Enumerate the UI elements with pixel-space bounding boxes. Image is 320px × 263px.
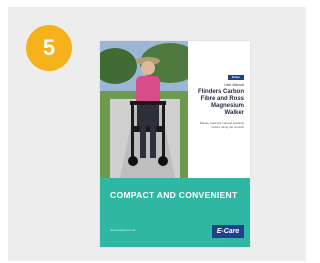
brochure-headline: COMPACT AND CONVENIENT xyxy=(110,190,238,200)
brochure-note: Please read this manual carefully before… xyxy=(199,121,244,129)
step-number: 5 xyxy=(42,35,56,60)
brochure-subtitle: User Manual xyxy=(224,83,244,87)
brochure-photo xyxy=(100,41,188,178)
product-step-card: 5 Ecare User Manual Flinders Carbon Fibr… xyxy=(8,7,306,261)
brochure-cover-image: Ecare User Manual Flinders Carbon Fibre … xyxy=(100,41,250,247)
brochure-footer-panel: COMPACT AND CONVENIENT www.ecare.com.au … xyxy=(100,178,250,247)
brochure-footer-note: www.ecare.com.au xyxy=(110,228,136,232)
ecare-logo: E-Care xyxy=(212,225,244,238)
brochure-title-panel: Ecare User Manual Flinders Carbon Fibre … xyxy=(188,41,250,178)
brand-tag: Ecare xyxy=(228,75,244,80)
step-number-badge: 5 xyxy=(26,25,72,71)
woman-with-walker-photo xyxy=(100,41,188,178)
brochure-title: Flinders Carbon Fibre and Ross Magnesium… xyxy=(197,89,244,116)
